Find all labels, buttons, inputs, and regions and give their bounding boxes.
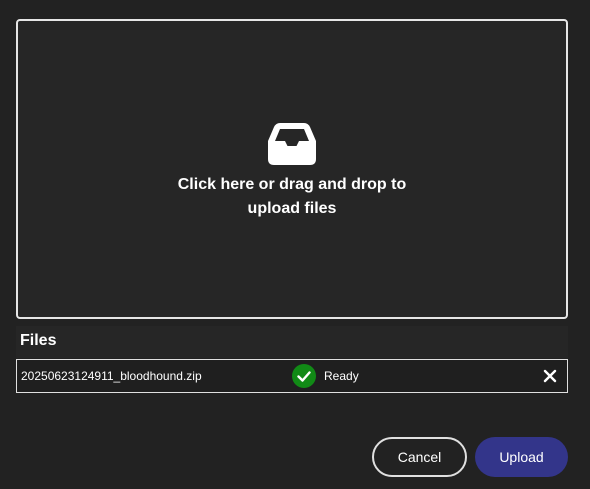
upload-button[interactable]: Upload — [475, 437, 568, 477]
file-list-item: 20250623124911_bloodhound.zip Ready — [16, 359, 568, 393]
cancel-button[interactable]: Cancel — [372, 437, 467, 477]
close-icon[interactable] — [543, 369, 557, 383]
inbox-icon — [268, 123, 316, 165]
file-name: 20250623124911_bloodhound.zip — [21, 369, 202, 383]
dropzone-text: Click here or drag and drop to upload fi… — [177, 176, 407, 217]
file-dropzone[interactable]: Click here or drag and drop to upload fi… — [16, 19, 568, 319]
files-section-header: Files — [16, 326, 568, 358]
check-circle-icon — [292, 364, 316, 388]
file-status-text: Ready — [324, 369, 359, 383]
files-header-title: Files — [20, 332, 57, 349]
